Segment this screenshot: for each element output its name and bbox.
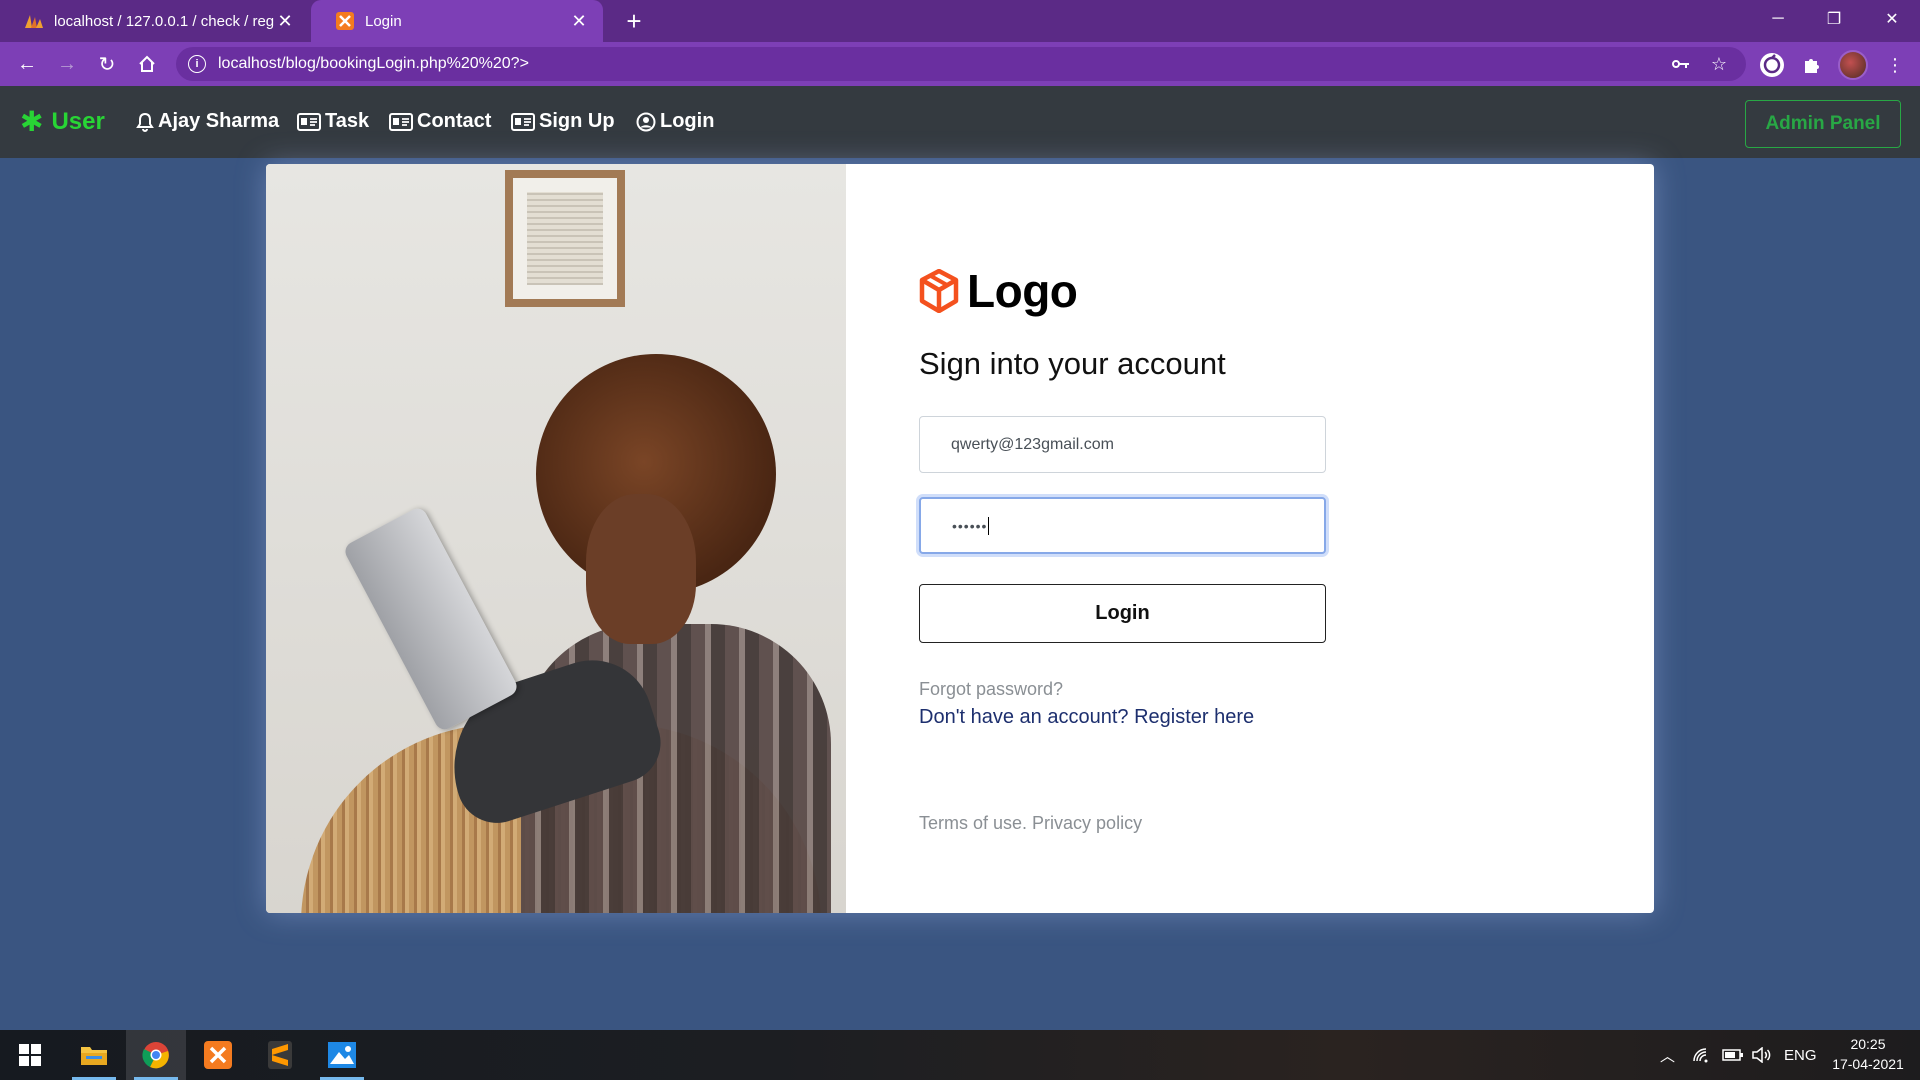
nav-link-contact[interactable]: Contact: [389, 110, 491, 133]
nav-link-ajay-sharma[interactable]: Ajay Sharma: [136, 110, 279, 133]
nav-link-label: Contact: [417, 110, 492, 132]
browser-tab-phpmyadmin[interactable]: localhost / 127.0.0.1 / check / reg ✕: [0, 0, 309, 42]
close-icon[interactable]: ✕: [569, 11, 589, 31]
nav-link-login[interactable]: Login: [636, 110, 714, 133]
bookmark-star-icon[interactable]: ☆: [1708, 53, 1730, 75]
wall-frame-illustration: [505, 170, 625, 307]
logo-text: Logo: [967, 265, 1078, 317]
forward-arrow-icon[interactable]: →: [53, 50, 81, 78]
nav-link-label: Task: [325, 110, 370, 132]
password-field[interactable]: ••••••: [919, 497, 1326, 554]
profile-avatar[interactable]: [1838, 50, 1868, 80]
tray-chevron-icon[interactable]: ︿: [1660, 1030, 1675, 1080]
home-icon[interactable]: [133, 50, 161, 78]
email-field[interactable]: qwerty@123gmail.com: [919, 416, 1326, 473]
phpmyadmin-icon: [24, 11, 44, 31]
password-value: ••••••: [952, 517, 988, 534]
tablet-illustration: [341, 505, 521, 733]
text-caret: [988, 516, 990, 535]
language-indicator[interactable]: ENG: [1784, 1030, 1817, 1080]
key-icon[interactable]: [1670, 53, 1692, 75]
site-navbar: ✱ User Ajay Sharma Task Contact Sign Up …: [0, 86, 1920, 158]
login-button[interactable]: Login: [919, 584, 1326, 643]
close-icon[interactable]: ✕: [275, 11, 295, 31]
id-card-icon: [511, 112, 535, 131]
terms-privacy-link[interactable]: Terms of use. Privacy policy: [919, 813, 1142, 834]
windows-start-icon[interactable]: [0, 1030, 60, 1080]
info-icon[interactable]: i: [188, 55, 206, 73]
login-form: Logo Sign into your account qwerty@123gm…: [919, 164, 1339, 913]
page-title: Sign into your account: [919, 346, 1226, 381]
clock-time: 20:25: [1850, 1036, 1886, 1052]
nav-link-label: Ajay Sharma: [158, 110, 280, 132]
volume-icon[interactable]: [1752, 1030, 1772, 1080]
nav-link-label: Login: [660, 110, 715, 132]
new-tab-button[interactable]: +: [620, 6, 648, 36]
xampp-icon: [335, 11, 355, 31]
menu-dots-icon[interactable]: ⋮: [1880, 50, 1910, 80]
id-card-icon: [389, 112, 413, 131]
id-card-icon: [297, 112, 321, 131]
browser-tab-bar: localhost / 127.0.0.1 / check / reg ✕ Lo…: [0, 0, 1920, 42]
url-text: localhost/blog/bookingLogin.php%20%20?>: [218, 55, 529, 72]
cube-logo-icon: [919, 268, 959, 314]
back-arrow-icon[interactable]: ←: [13, 50, 41, 78]
nav-link-label: Sign Up: [539, 110, 615, 132]
forgot-password-link[interactable]: Forgot password?: [919, 679, 1063, 700]
register-link[interactable]: Don't have an account? Register here: [919, 706, 1254, 729]
bell-icon: [136, 112, 154, 132]
sublime-text-icon[interactable]: [250, 1030, 310, 1080]
login-card: Logo Sign into your account qwerty@123gm…: [266, 164, 1654, 913]
logo: Logo: [919, 264, 1078, 318]
hero-photo: [266, 164, 846, 913]
taskbar: ︿ ENG 20:25 17-04-2021: [0, 1030, 1920, 1080]
tab-title: localhost / 127.0.0.1 / check / reg: [54, 12, 275, 30]
navbar-brand[interactable]: ✱ User: [20, 108, 105, 136]
xampp-taskbar-icon[interactable]: [188, 1030, 248, 1080]
clock[interactable]: 20:25 17-04-2021: [1820, 1034, 1916, 1074]
browser-toolbar: ← → ↻ i localhost/blog/bookingLogin.php%…: [0, 42, 1920, 86]
clock-date: 17-04-2021: [1832, 1056, 1904, 1072]
photos-app-icon[interactable]: [312, 1030, 372, 1080]
browser-tab-login[interactable]: Login ✕: [311, 0, 603, 42]
email-value: qwerty@123gmail.com: [951, 435, 1114, 453]
file-explorer-icon[interactable]: [64, 1030, 124, 1080]
tab-title: Login: [365, 12, 402, 30]
reload-icon[interactable]: ↻: [93, 50, 121, 78]
battery-icon[interactable]: [1722, 1030, 1744, 1080]
chrome-icon[interactable]: [126, 1030, 186, 1080]
sync-extension-icon[interactable]: [1757, 50, 1787, 80]
address-bar[interactable]: i localhost/blog/bookingLogin.php%20%20?…: [176, 47, 1746, 81]
asterisk-icon: ✱: [20, 106, 44, 137]
admin-panel-button[interactable]: Admin Panel: [1745, 100, 1901, 148]
minimize-button[interactable]: ─: [1750, 0, 1806, 38]
user-circle-icon: [636, 112, 656, 132]
extensions-puzzle-icon[interactable]: [1797, 50, 1827, 80]
nav-link-task[interactable]: Task: [297, 110, 369, 133]
window-close-button[interactable]: ✕: [1864, 0, 1920, 38]
brand-label: User: [51, 108, 105, 135]
wifi-icon[interactable]: [1692, 1030, 1710, 1080]
nav-link-sign-up[interactable]: Sign Up: [511, 110, 615, 133]
restore-button[interactable]: ❐: [1806, 0, 1862, 38]
